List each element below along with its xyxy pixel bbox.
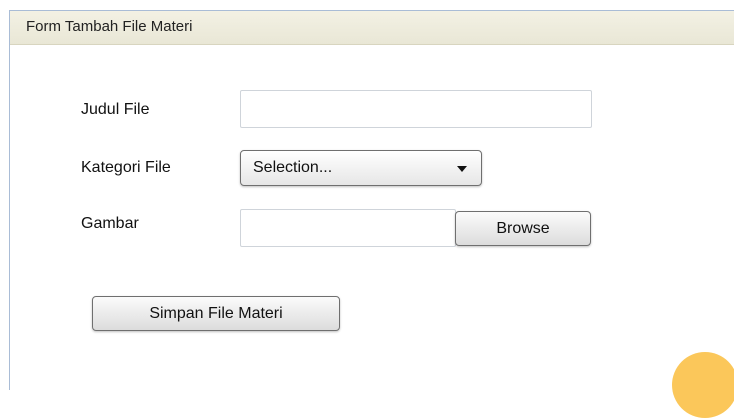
caret-down-icon	[457, 166, 467, 172]
simpan-file-materi-button[interactable]: Simpan File Materi	[92, 296, 340, 331]
decorative-circle	[672, 352, 734, 418]
form-panel: Form Tambah File Materi	[9, 10, 734, 390]
panel-title: Form Tambah File Materi	[10, 11, 734, 45]
judul-file-label: Judul File	[81, 101, 150, 118]
browse-button[interactable]: Browse	[455, 211, 591, 246]
kategori-selected-value: Selection...	[253, 159, 333, 176]
judul-file-input[interactable]	[240, 90, 592, 128]
gambar-label: Gambar	[81, 215, 139, 232]
kategori-file-select[interactable]: Selection...	[240, 150, 482, 186]
gambar-file-input[interactable]	[240, 209, 456, 247]
kategori-file-label: Kategori File	[81, 159, 171, 176]
